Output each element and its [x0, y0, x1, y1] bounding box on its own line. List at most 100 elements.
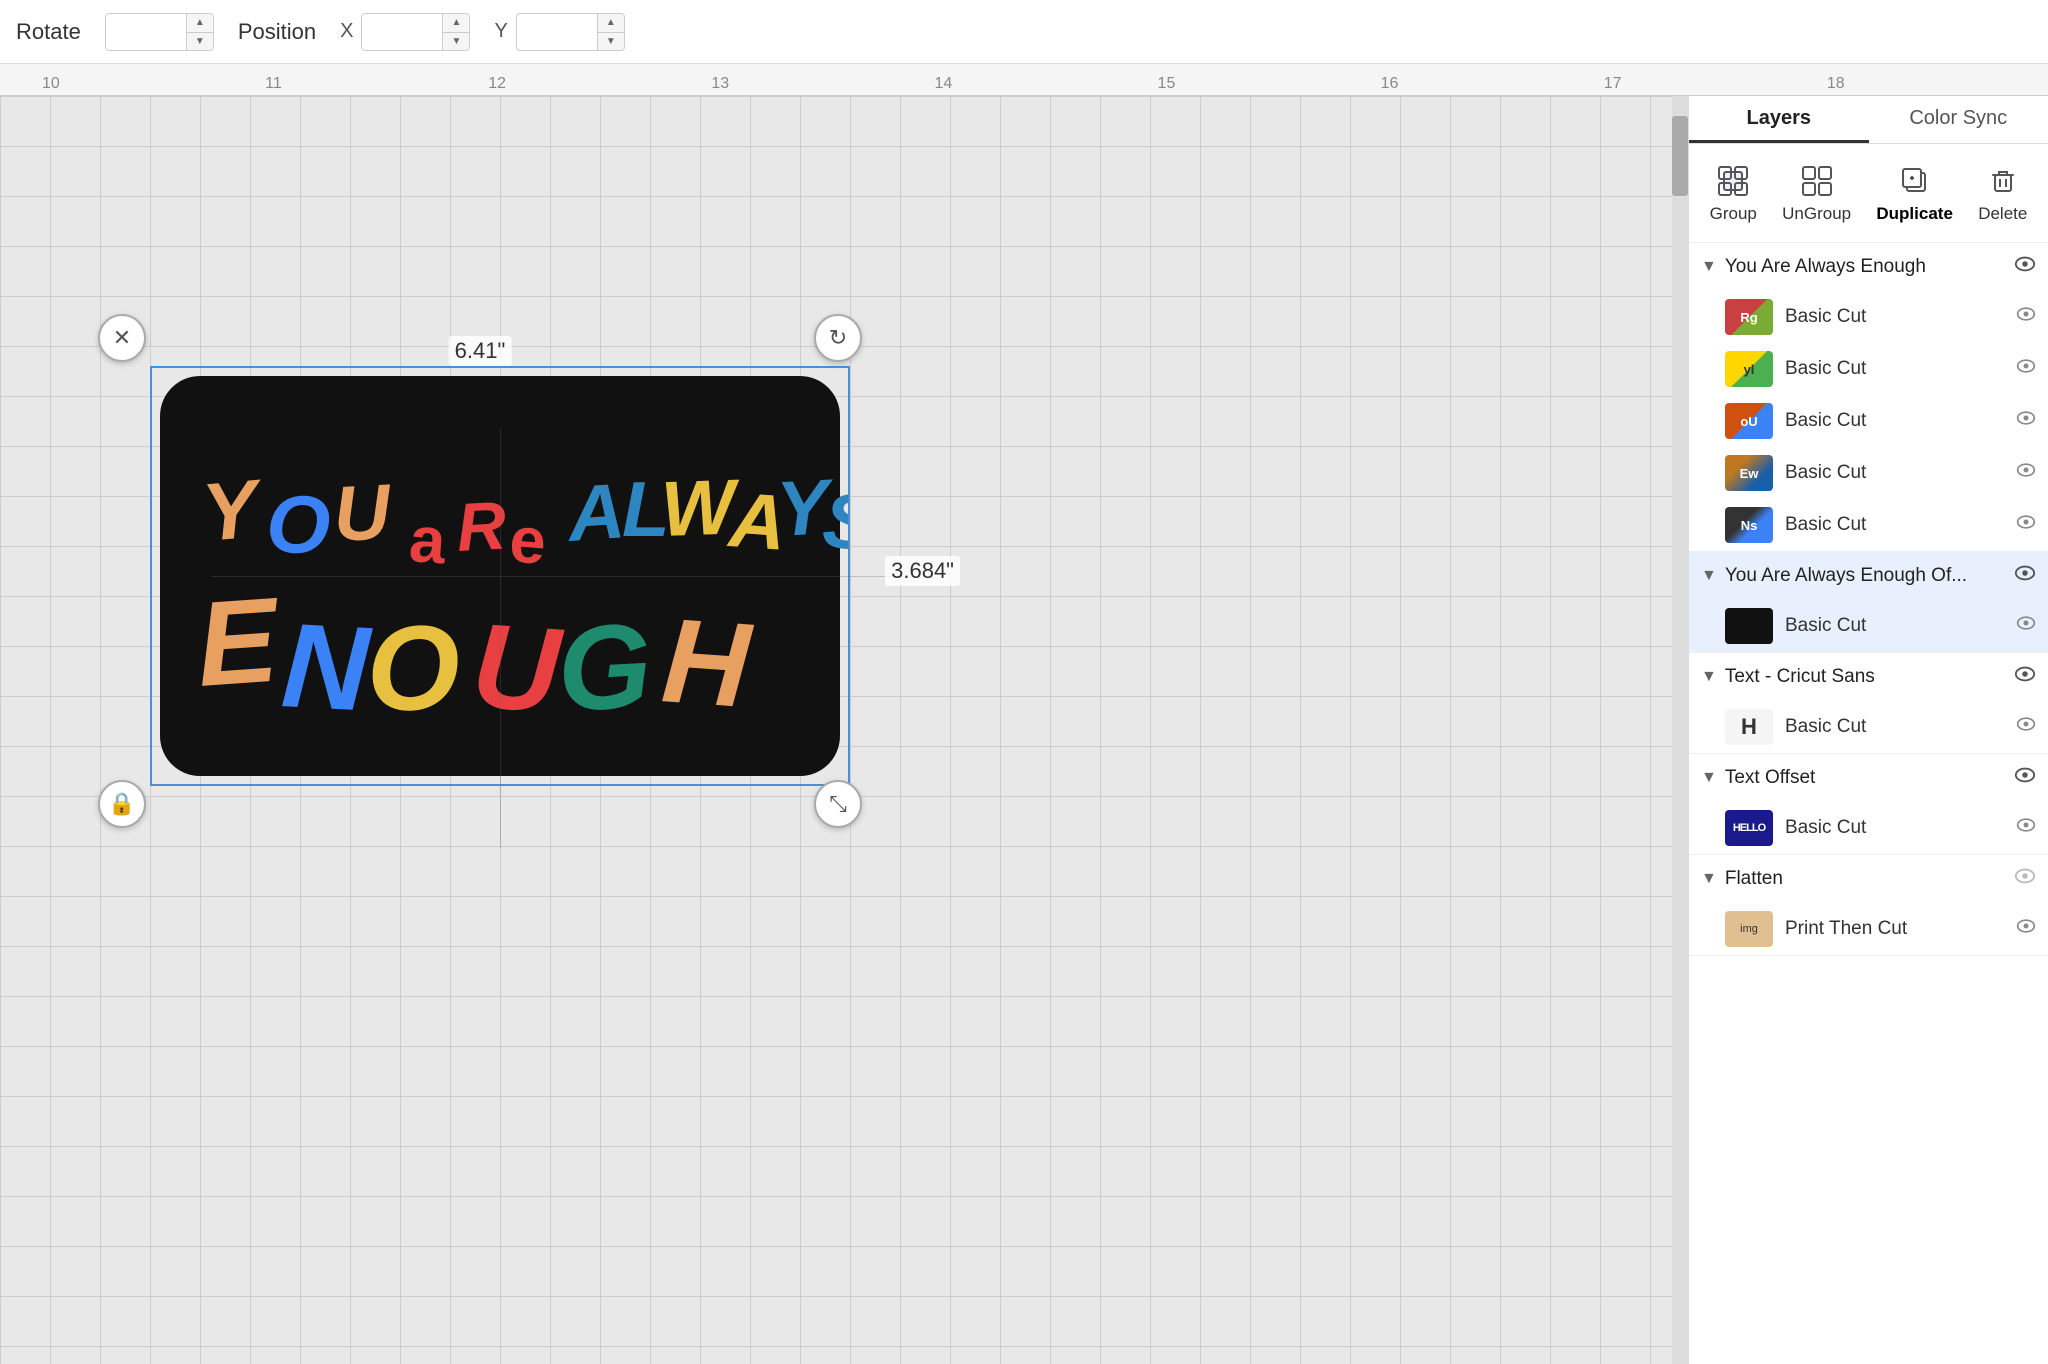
rotate-down-btn[interactable]: ▼ — [187, 32, 213, 51]
delete-icon — [1984, 162, 2022, 200]
right-panel: Layers Color Sync Group — [1688, 96, 2048, 1364]
group-button[interactable]: Group — [1698, 156, 1769, 230]
canvas-area[interactable]: Y O U a R e A L — [0, 96, 1688, 1364]
position-label: Position — [238, 19, 316, 45]
x-value[interactable]: 10.863 — [362, 14, 442, 50]
duplicate-label: Duplicate — [1876, 204, 1953, 224]
group-header-4[interactable]: ▼Flatten — [1689, 855, 2048, 903]
layer-item[interactable]: EwBasic Cut — [1689, 447, 2048, 499]
group-header-0[interactable]: ▼ You Are Always Enough — [1689, 243, 2048, 291]
group-icon — [1714, 162, 1752, 200]
layer-thumbnail — [1725, 608, 1773, 644]
ruler-tick: 18 — [1825, 75, 2048, 95]
layer-item[interactable]: NsBasic Cut — [1689, 499, 2048, 551]
group-header-1[interactable]: ▼You Are Always Enough Of... — [1689, 552, 2048, 600]
handle-lock[interactable]: 🔒 — [98, 780, 146, 828]
tab-layers[interactable]: Layers — [1689, 96, 1869, 143]
rotate-input[interactable]: 0 ▲ ▼ — [105, 13, 214, 51]
rotate-label: Rotate — [16, 19, 81, 45]
x-down-btn[interactable]: ▼ — [443, 32, 469, 51]
layer-visibility-icon[interactable] — [2016, 613, 2036, 639]
layer-visibility-icon[interactable] — [2016, 408, 2036, 434]
selection-box — [150, 366, 850, 786]
top-bar: Rotate 0 ▲ ▼ Position X 10.863 ▲ ▼ Y 1.9… — [0, 0, 2048, 64]
handle-rotate[interactable]: ↻ — [814, 314, 862, 362]
delete-button[interactable]: Delete — [1966, 156, 2039, 230]
layer-visibility-icon[interactable] — [2016, 304, 2036, 330]
ungroup-label: UnGroup — [1782, 204, 1851, 224]
layers-list[interactable]: ▼You Are Always EnoughRgBasic CutylBasic… — [1689, 243, 2048, 1364]
layer-item[interactable]: oU Basic Cut — [1689, 395, 2048, 447]
y-value[interactable]: 1.972 — [517, 14, 597, 50]
layer-visibility-icon[interactable] — [2016, 460, 2036, 486]
x-up-btn[interactable]: ▲ — [443, 13, 469, 32]
layer-group-1: ▼You Are Always Enough Of... Basic Cut — [1689, 552, 2048, 653]
x-label: X — [340, 20, 353, 43]
x-field: X 10.863 ▲ ▼ — [340, 13, 470, 51]
ungroup-button[interactable]: UnGroup — [1770, 156, 1863, 230]
layer-visibility-icon[interactable] — [2016, 714, 2036, 740]
layer-item-name: Basic Cut — [1785, 306, 2004, 328]
layer-item[interactable]: Rg Basic Cut — [1689, 291, 2048, 343]
ruler-tick: 12 — [486, 75, 709, 95]
layer-group-4: ▼FlattenimgPrint Then Cut — [1689, 855, 2048, 956]
layer-item[interactable]: HELLOBasic Cut — [1689, 802, 2048, 854]
chevron-icon: ▼ — [1701, 567, 1717, 585]
ruler-tick: 11 — [263, 75, 486, 95]
tab-color-sync[interactable]: Color Sync — [1869, 96, 2048, 143]
rotate-value[interactable]: 0 — [106, 14, 186, 50]
height-label: 3.684" — [885, 556, 960, 586]
y-label: Y — [494, 20, 507, 43]
layer-thumbnail: Ns — [1725, 507, 1773, 543]
layer-group-0: ▼You Are Always EnoughRgBasic CutylBasic… — [1689, 243, 2048, 552]
chevron-icon: ▼ — [1701, 769, 1717, 787]
layer-visibility-icon[interactable] — [2016, 815, 2036, 841]
handle-scale[interactable]: ⤡ — [814, 780, 862, 828]
group-name: Flatten — [1725, 868, 2006, 890]
layer-item[interactable]: Basic Cut — [1689, 600, 2048, 652]
y-up-btn[interactable]: ▲ — [598, 13, 624, 32]
layer-item-name: Basic Cut — [1785, 410, 2004, 432]
ruler-tick: 17 — [1602, 75, 1825, 95]
panel-toolbar: Group UnGroup — [1689, 144, 2048, 243]
group-header-3[interactable]: ▼Text Offset — [1689, 754, 2048, 802]
width-label: 6.41" — [449, 336, 512, 366]
handle-close[interactable]: ✕ — [98, 314, 146, 362]
visibility-icon[interactable] — [2014, 253, 2036, 281]
layer-thumbnail: oU — [1725, 403, 1773, 439]
visibility-icon[interactable] — [2014, 764, 2036, 792]
ruler-tick: 13 — [709, 75, 932, 95]
group-header-2[interactable]: ▼Text - Cricut Sans — [1689, 653, 2048, 701]
crosshair-horizontal — [212, 576, 912, 577]
layer-item[interactable]: ylBasic Cut — [1689, 343, 2048, 395]
layer-thumbnail: yl — [1725, 351, 1773, 387]
visibility-icon[interactable] — [2014, 663, 2036, 691]
vertical-scrollbar[interactable] — [1672, 96, 1688, 1364]
group-name: You Are Always Enough — [1725, 256, 2006, 278]
visibility-icon[interactable] — [2014, 562, 2036, 590]
layer-item-name: Basic Cut — [1785, 615, 2004, 637]
layer-group-3: ▼Text OffsetHELLOBasic Cut — [1689, 754, 2048, 855]
layer-item[interactable]: HBasic Cut — [1689, 701, 2048, 753]
visibility-icon[interactable] — [2014, 865, 2036, 893]
layer-visibility-icon[interactable] — [2016, 356, 2036, 382]
ruler: 101112131415161718 — [0, 64, 2048, 96]
y-input[interactable]: 1.972 ▲ ▼ — [516, 13, 625, 51]
layer-item[interactable]: imgPrint Then Cut — [1689, 903, 2048, 955]
main-area: Y O U a R e A L — [0, 96, 2048, 1364]
y-down-btn[interactable]: ▼ — [598, 32, 624, 51]
ruler-tick: 14 — [932, 75, 1155, 95]
rotate-up-btn[interactable]: ▲ — [187, 13, 213, 32]
scrollbar-thumb[interactable] — [1672, 116, 1688, 196]
selection-container: Y O U a R e A L — [90, 306, 870, 836]
layer-thumbnail: Rg — [1725, 299, 1773, 335]
layer-thumbnail: H — [1725, 709, 1773, 745]
layer-item-name: Print Then Cut — [1785, 918, 2004, 940]
duplicate-icon — [1896, 162, 1934, 200]
layer-visibility-icon[interactable] — [2016, 512, 2036, 538]
ruler-tick: 16 — [1379, 75, 1602, 95]
layer-visibility-icon[interactable] — [2016, 916, 2036, 942]
x-input[interactable]: 10.863 ▲ ▼ — [361, 13, 470, 51]
chevron-icon: ▼ — [1701, 258, 1717, 276]
duplicate-button[interactable]: Duplicate — [1864, 156, 1965, 230]
